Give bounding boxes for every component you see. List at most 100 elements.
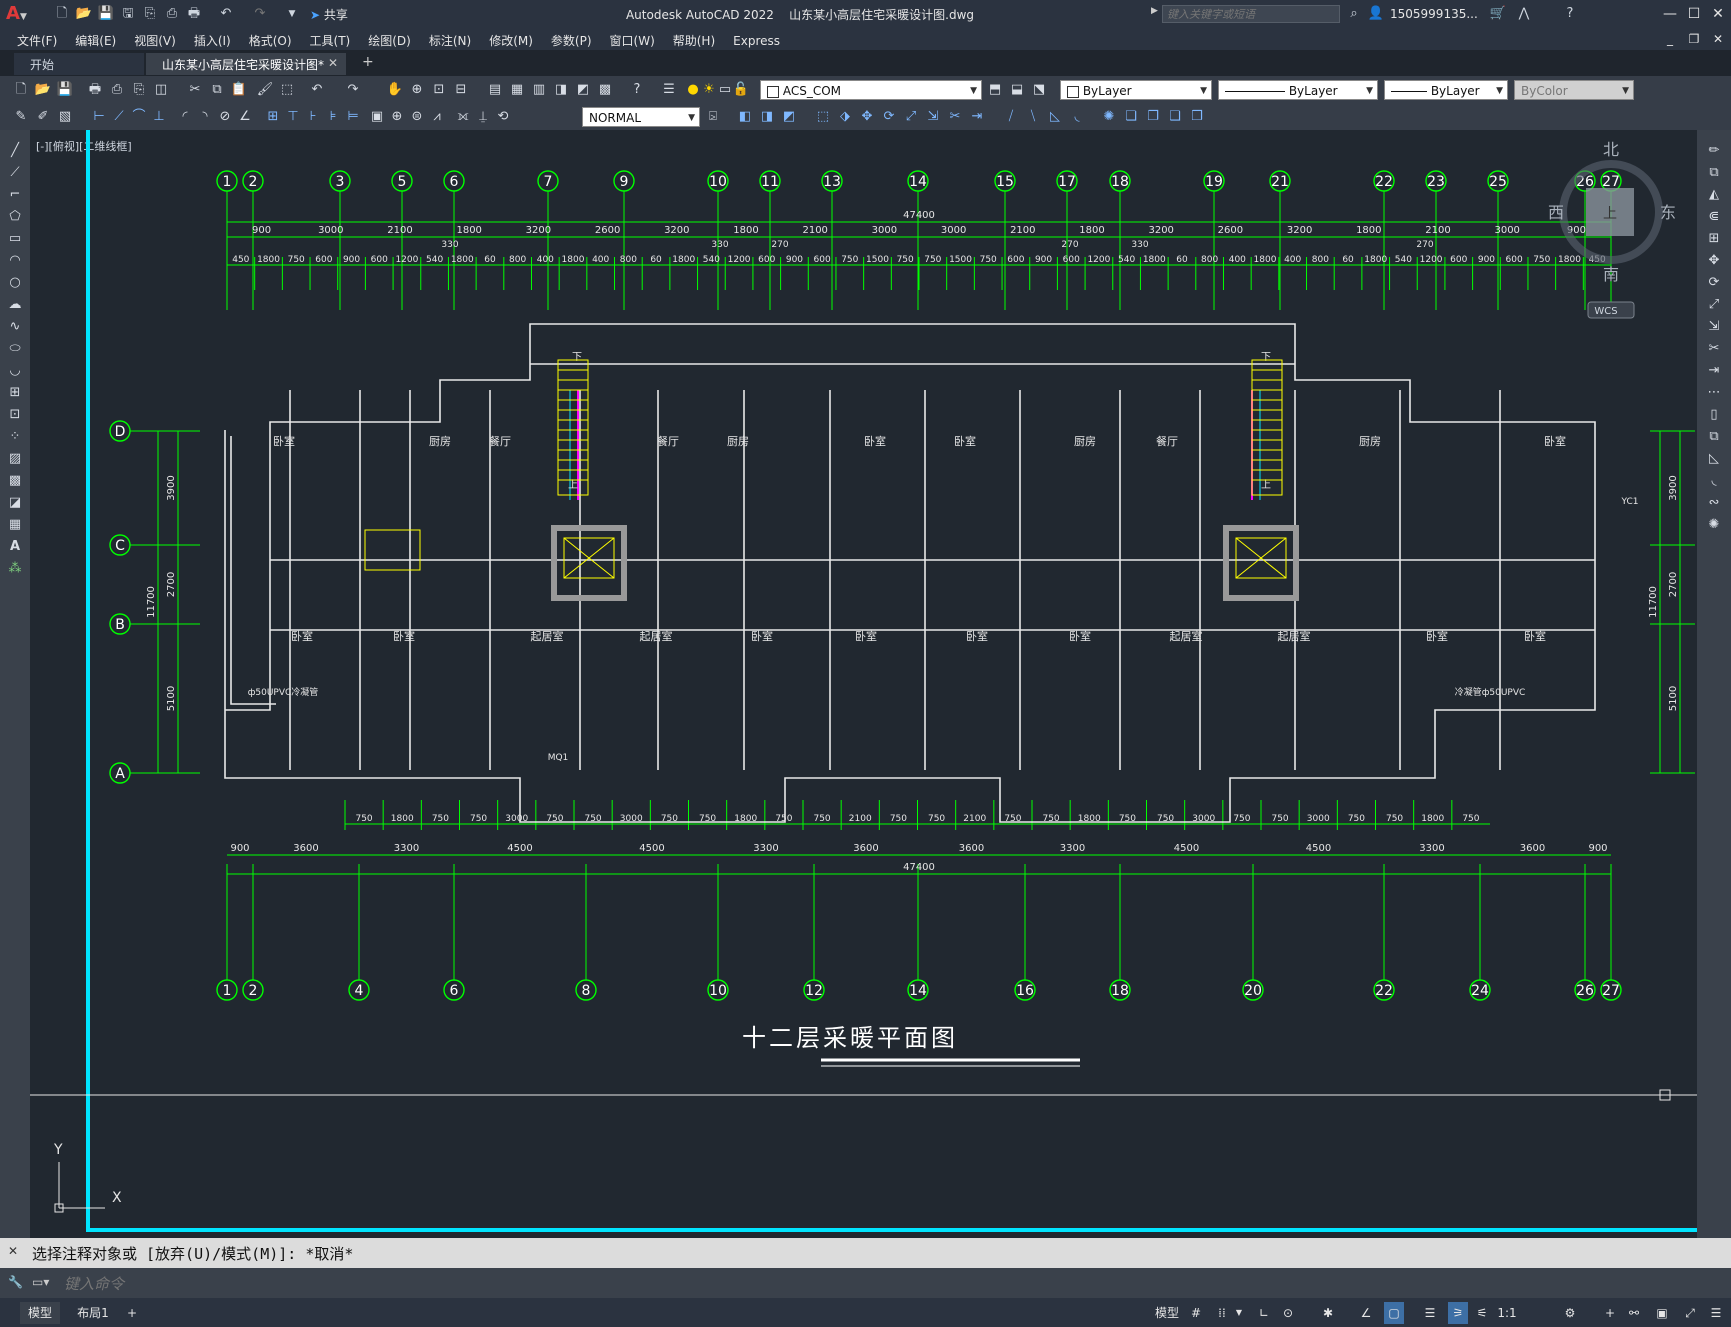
dim-angular-icon[interactable]: ∠: [236, 108, 254, 126]
erase-icon[interactable]: ✏: [1705, 142, 1723, 160]
join-icon[interactable]: ⧉: [1705, 428, 1723, 446]
redo-icon[interactable]: ↷: [250, 4, 270, 24]
copy-object-icon[interactable]: ⧉: [1705, 164, 1723, 182]
chamfer-icon[interactable]: ◺: [1705, 450, 1723, 468]
undo-icon[interactable]: ↶: [216, 4, 236, 24]
qnew-icon[interactable]: 🗋: [12, 81, 30, 99]
3d-print-icon[interactable]: ◫: [152, 81, 170, 99]
viewcube[interactable]: 上 北 南 西 东 WCS: [1548, 140, 1676, 319]
modify-fillet-icon[interactable]: ◟: [1068, 108, 1086, 126]
modify-trim-icon[interactable]: ✂: [946, 108, 964, 126]
search-icon[interactable]: ⌕: [1344, 4, 1364, 24]
save-file-icon[interactable]: 💾: [56, 81, 74, 99]
modify-array-icon[interactable]: ⬗: [836, 108, 854, 126]
layer-manager-icon[interactable]: ☰: [660, 81, 678, 99]
open-web-icon[interactable]: ⎘: [140, 4, 160, 24]
model-space-canvas[interactable]: [-][俯视][二维线框] 1 2 3 5 6 7 9 10 11 13 14 15 17 18 19 21 2…: [30, 130, 1697, 1238]
edit-polyline-icon[interactable]: ❒: [1188, 108, 1206, 126]
floor-plan-drawing[interactable]: 1 2 3 5 6 7 9 10 11 13 14 15 17 18 19 21 22 23 25 26 271 2 4 6 8…: [30, 130, 1697, 1238]
publish-icon[interactable]: ⎘: [130, 81, 148, 99]
line-icon[interactable]: ╱: [6, 142, 24, 160]
stretch-icon[interactable]: ⇲: [1705, 318, 1723, 336]
ellipse-icon[interactable]: ⬭: [6, 340, 24, 358]
print-icon[interactable]: 🖶: [86, 81, 104, 99]
dim-baseline-icon[interactable]: ⊤: [284, 108, 302, 126]
modify-chamfer-icon[interactable]: ◺: [1046, 108, 1064, 126]
polygon-icon[interactable]: ⬠: [6, 208, 24, 226]
circle-icon[interactable]: ○: [6, 274, 24, 292]
arc-icon[interactable]: ◠: [6, 252, 24, 270]
color-dropdown[interactable]: ByLayer ▼: [1060, 80, 1212, 100]
add-layout-icon[interactable]: +: [124, 1302, 140, 1324]
dim-aligned-icon[interactable]: ⟋: [110, 108, 128, 126]
multiline-text-icon[interactable]: A: [6, 538, 24, 556]
dim-diameter-icon[interactable]: ⊘: [216, 108, 234, 126]
autocad-logo-icon[interactable]: A▼: [6, 3, 28, 25]
add-icon[interactable]: +: [1600, 1302, 1620, 1324]
tab-close-icon[interactable]: ✕: [328, 56, 338, 70]
inspect-icon[interactable]: ⊜: [408, 108, 426, 126]
sheet-set-icon[interactable]: ◨: [552, 81, 570, 99]
modify-copy-icon[interactable]: ◨: [758, 108, 776, 126]
selection-cycling-icon[interactable]: ▢: [1384, 1302, 1404, 1324]
dimstyle-dropdown[interactable]: NORMAL ▼: [582, 107, 700, 127]
quick-dim-icon[interactable]: ⊞: [264, 108, 282, 126]
save-icon[interactable]: 💾: [96, 4, 116, 24]
autodesk-app-icon[interactable]: ⋀: [1514, 4, 1534, 24]
rectangle-icon[interactable]: ▭: [6, 230, 24, 248]
modify-rotate-icon[interactable]: ⟳: [880, 108, 898, 126]
new-tab-icon[interactable]: +: [362, 54, 374, 70]
dim-space-icon[interactable]: ⊧: [324, 108, 342, 126]
help-icon[interactable]: ?: [1560, 4, 1580, 24]
dim-continue-icon[interactable]: ⊦: [304, 108, 322, 126]
dim-update-icon[interactable]: ⟲: [494, 108, 512, 126]
customization-icon[interactable]: ☰: [1706, 1302, 1726, 1324]
plot-icon[interactable]: 🖶: [184, 4, 204, 24]
layout-tab-model[interactable]: 模型: [20, 1302, 60, 1324]
tab-start[interactable]: 开始: [14, 53, 144, 75]
modify-mirror-icon[interactable]: ◩: [780, 108, 798, 126]
point-icon[interactable]: ⁘: [6, 428, 24, 446]
help-tool-icon[interactable]: ?: [628, 81, 646, 99]
minimize-icon[interactable]: —: [1658, 4, 1682, 24]
modify-move-icon[interactable]: ✥: [858, 108, 876, 126]
dim-edit-icon[interactable]: ⟗: [454, 108, 472, 126]
open-file-icon[interactable]: 📂: [34, 81, 52, 99]
grid-icon[interactable]: #: [1186, 1302, 1206, 1324]
properties-icon[interactable]: ▤: [486, 81, 504, 99]
user-name[interactable]: 1505999135...: [1390, 7, 1478, 21]
copy-icon[interactable]: ⧉: [208, 81, 226, 99]
linetype-dropdown[interactable]: ByLayer ▼: [1218, 80, 1378, 100]
tab-drawing[interactable]: 山东某小高层住宅采暖设计图* ✕: [146, 53, 346, 75]
design-center-icon[interactable]: ▦: [508, 81, 526, 99]
ellipse-arc-icon[interactable]: ◡: [6, 362, 24, 380]
modify-scale-icon[interactable]: ⤢: [902, 108, 920, 126]
dim-text-edit-icon[interactable]: ⍊: [474, 108, 492, 126]
isolate-objects-icon[interactable]: ⚯: [1624, 1302, 1644, 1324]
ungroup-icon[interactable]: ❑: [1166, 108, 1184, 126]
layer-lock-icon[interactable]: 🔓: [732, 81, 750, 99]
annotation-scale-icon[interactable]: ⚟: [1472, 1302, 1492, 1324]
modify-join-icon[interactable]: ⧹: [1024, 108, 1042, 126]
dimstyle-manager-icon[interactable]: ⍄: [704, 108, 722, 126]
pan-icon[interactable]: ✋: [386, 81, 404, 99]
break-icon[interactable]: ▯: [1705, 406, 1723, 424]
modify-erase-icon[interactable]: ◧: [736, 108, 754, 126]
table-icon[interactable]: ▦: [6, 516, 24, 534]
modify-extend-icon[interactable]: ⇥: [968, 108, 986, 126]
layer-previous-icon[interactable]: ⬓: [1008, 81, 1026, 99]
markup-icon[interactable]: ◩: [574, 81, 592, 99]
hardware-acceleration-icon[interactable]: ▣: [1652, 1302, 1672, 1324]
plotstyle-dropdown[interactable]: ByColor ▼: [1514, 80, 1634, 100]
layer-states-icon[interactable]: ⬔: [1030, 81, 1048, 99]
save-as-icon[interactable]: 🖫: [118, 4, 138, 24]
cart-icon[interactable]: 🛒: [1488, 4, 1508, 24]
snap-dropdown-icon[interactable]: ▼: [1234, 1302, 1244, 1324]
modify-stretch-icon[interactable]: ⇲: [924, 108, 942, 126]
construction-line-icon[interactable]: ⟋: [6, 164, 24, 182]
rotate-icon[interactable]: ⟳: [1705, 274, 1723, 292]
trim-icon[interactable]: ✂: [1705, 340, 1723, 358]
explode-icon[interactable]: ✺: [1705, 516, 1723, 534]
blend-curves-icon[interactable]: ∾: [1705, 494, 1723, 512]
dim-linear-icon[interactable]: ⊢: [90, 108, 108, 126]
